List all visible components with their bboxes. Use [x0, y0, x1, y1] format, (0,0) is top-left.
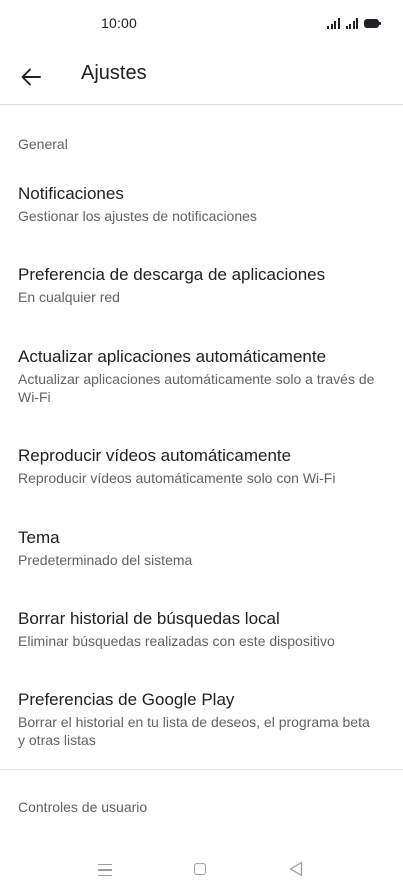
- setting-tema[interactable]: Tema Predeterminado del sistema: [0, 527, 403, 569]
- setting-subtitle: Eliminar búsquedas realizadas con este d…: [18, 633, 335, 649]
- section-header-general: General: [18, 136, 68, 152]
- signal-icon: [327, 18, 340, 29]
- setting-notificaciones[interactable]: Notificaciones Gestionar los ajustes de …: [0, 183, 403, 225]
- setting-subtitle: En cualquier red: [18, 289, 120, 305]
- setting-reproducir-videos[interactable]: Reproducir vídeos automáticamente Reprod…: [0, 445, 403, 487]
- setting-title: Preferencia de descarga de aplicaciones: [18, 265, 326, 284]
- status-icons: [327, 15, 381, 29]
- signal-icon-2: [345, 18, 358, 29]
- setting-subtitle: Borrar el historial en tu lista de deseo…: [18, 714, 370, 748]
- setting-preferencias-google-play[interactable]: Preferencias de Google Play Borrar el hi…: [0, 689, 403, 749]
- setting-subtitle: Gestionar los ajustes de notificaciones: [18, 208, 257, 224]
- setting-subtitle: Reproducir vídeos automáticamente solo c…: [18, 470, 336, 486]
- setting-title: Borrar historial de búsquedas local: [18, 609, 280, 628]
- setting-title: Reproducir vídeos automáticamente: [18, 446, 292, 465]
- setting-subtitle: Actualizar aplicaciones automáticamente …: [18, 371, 375, 405]
- setting-subtitle: Predeterminado del sistema: [18, 552, 193, 568]
- battery-icon: [364, 19, 381, 28]
- arrow-left-icon: [21, 68, 41, 86]
- back-triangle-icon[interactable]: [289, 861, 303, 877]
- section-header-user-controls: Controles de usuario: [18, 799, 148, 815]
- setting-title: Preferencias de Google Play: [18, 690, 235, 709]
- setting-preferencia-descarga[interactable]: Preferencia de descarga de aplicaciones …: [0, 264, 403, 306]
- setting-title: Tema: [18, 528, 60, 547]
- setting-borrar-historial[interactable]: Borrar historial de búsquedas local Elim…: [0, 608, 403, 650]
- page-title: Ajustes: [81, 62, 147, 84]
- system-nav-bar: [0, 852, 403, 896]
- setting-actualizar-aplicaciones[interactable]: Actualizar aplicaciones automáticamente …: [0, 346, 403, 406]
- back-button[interactable]: [14, 60, 48, 94]
- home-square-icon[interactable]: [194, 863, 206, 875]
- status-time: 10:00: [101, 15, 138, 31]
- section-divider: [0, 769, 403, 770]
- status-bar: 10:00: [0, 0, 403, 48]
- setting-title: Actualizar aplicaciones automáticamente: [18, 347, 327, 366]
- menu-icon[interactable]: [98, 864, 112, 876]
- app-bar: Ajustes: [0, 48, 403, 105]
- setting-title: Notificaciones: [18, 184, 124, 203]
